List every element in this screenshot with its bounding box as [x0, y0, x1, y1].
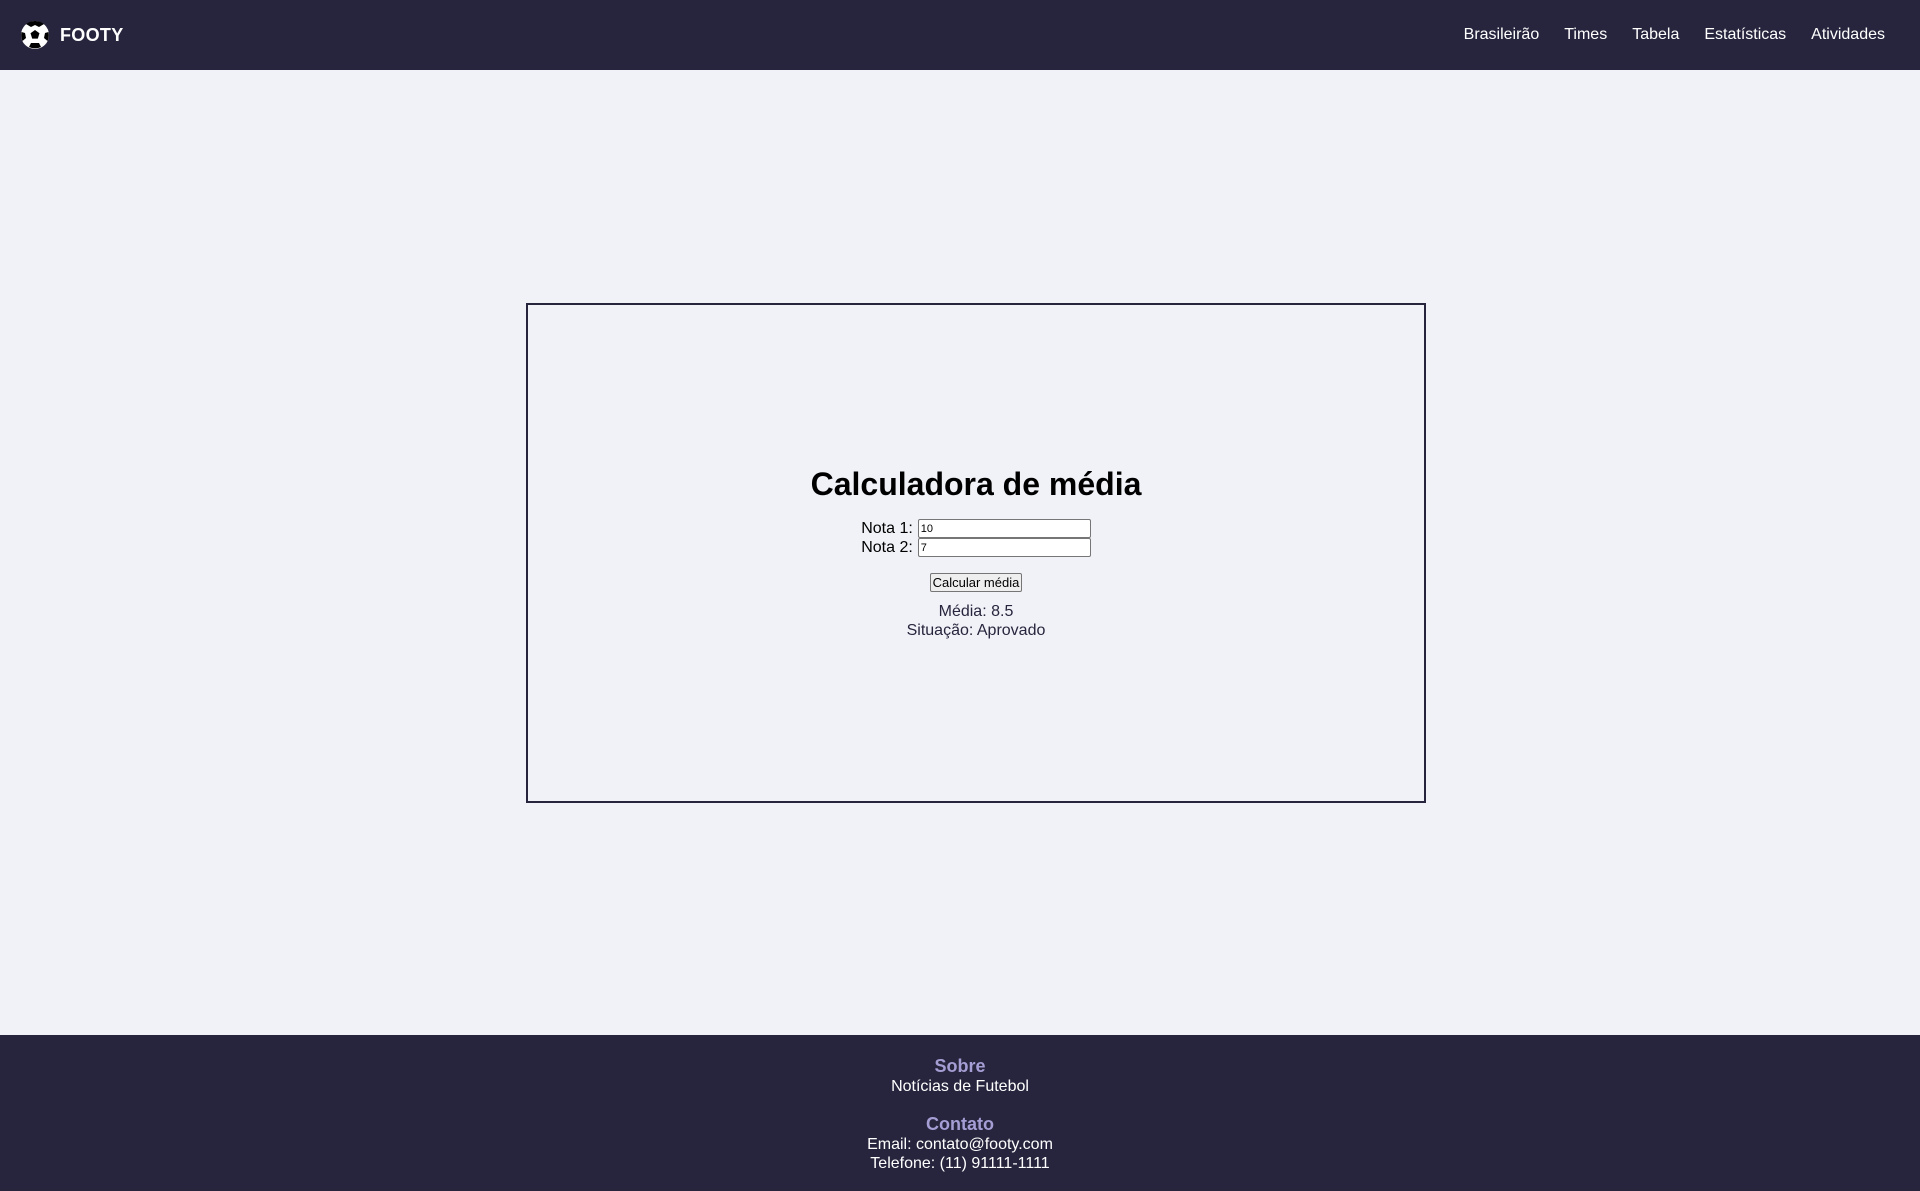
footer-phone: Telefone: (11) 91111-1111 [870, 1155, 1050, 1172]
brand[interactable]: FOOTY [20, 20, 124, 50]
footer-about-text: Notícias de Futebol [891, 1078, 1029, 1095]
nota1-row: Nota 1: [861, 519, 1091, 538]
footer-about-heading: Sobre [934, 1056, 986, 1076]
nota2-input[interactable] [917, 538, 1091, 557]
nav-link-times[interactable]: Times [1564, 26, 1607, 44]
nav-link-atividades[interactable]: Atividades [1811, 26, 1885, 44]
nav-link-estatisticas[interactable]: Estatísticas [1704, 26, 1786, 44]
situacao-result: Situação: Aprovado [906, 622, 1046, 639]
footer-email: Email: contato@footy.com [867, 1136, 1053, 1153]
soccer-ball-icon [20, 20, 50, 50]
nav-link-brasileirao[interactable]: Brasileirão [1464, 26, 1540, 44]
result: Média: 8.5 Situação: Aprovado [907, 602, 1046, 640]
nota1-label: Nota 1: [861, 519, 913, 537]
nota1-input[interactable] [917, 519, 1091, 538]
nota2-label: Nota 2: [861, 538, 913, 556]
nav-link-tabela[interactable]: Tabela [1632, 26, 1679, 44]
brand-name: FOOTY [60, 24, 124, 45]
calculate-button[interactable]: Calcular média [929, 573, 1023, 592]
nav-links: Brasileirão Times Tabela Estatísticas At… [1464, 26, 1900, 44]
calculator-title: Calculadora de média [810, 466, 1142, 502]
media-result: Média: 8.5 [938, 603, 1014, 620]
navbar: FOOTY Brasileirão Times Tabela Estatísti… [0, 0, 1920, 70]
footer: Sobre Notícias de Futebol Contato Email:… [0, 1035, 1920, 1191]
nota2-row: Nota 2: [861, 538, 1091, 557]
footer-contact-heading: Contato [926, 1114, 994, 1134]
calculator-card: Calculadora de média Nota 1: Nota 2: Cal… [526, 303, 1426, 803]
main-content: Calculadora de média Nota 1: Nota 2: Cal… [0, 70, 1920, 1035]
